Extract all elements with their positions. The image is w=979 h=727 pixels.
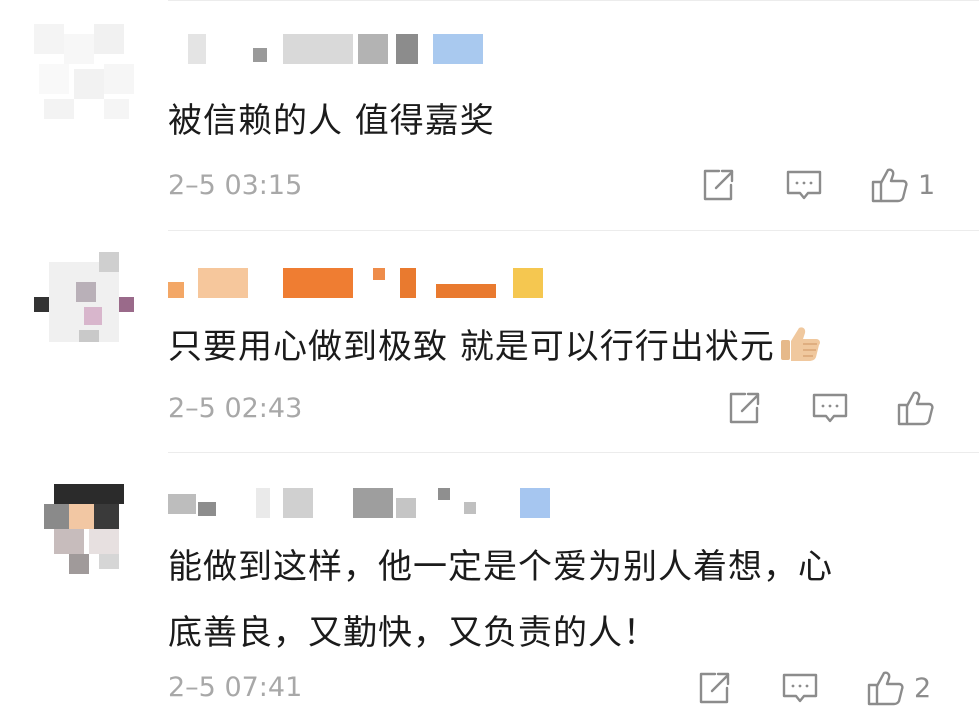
username-blurred[interactable] xyxy=(168,268,588,298)
avatar[interactable] xyxy=(34,24,134,124)
comment-icon[interactable] xyxy=(784,165,824,205)
comment-text-body: 只要用心做到极致 就是可以行行出状元 xyxy=(168,327,775,367)
comment-item-3: 能做到这样，他一定是个爱为别人着想，心 底善良，又勤快，又负责的人！ 2–5 0… xyxy=(0,452,979,727)
username-blurred[interactable] xyxy=(168,488,588,518)
comment-timestamp: 2–5 03:15 xyxy=(168,170,303,201)
comment-text-line: 能做到这样，他一定是个爱为别人着想，心 xyxy=(168,547,833,587)
comment-actions: 2 xyxy=(694,668,931,708)
comment-timestamp: 2–5 07:41 xyxy=(168,672,303,703)
share-icon[interactable] xyxy=(724,388,764,428)
comment-text: 能做到这样，他一定是个爱为别人着想，心 底善良，又勤快，又负责的人！ xyxy=(168,538,833,662)
comment-icon[interactable] xyxy=(810,388,850,428)
share-icon[interactable] xyxy=(694,668,734,708)
avatar[interactable] xyxy=(34,484,134,584)
avatar[interactable] xyxy=(34,252,134,352)
comment-text-line: 底善良，又勤快，又负责的人！ xyxy=(168,613,658,653)
thumbs-up-icon[interactable] xyxy=(870,165,910,205)
thumbs-up-icon[interactable] xyxy=(896,388,936,428)
comment-text: 被信赖的人 值得嘉奖 xyxy=(168,101,495,141)
like-count: 2 xyxy=(914,672,932,704)
comment-icon[interactable] xyxy=(780,668,820,708)
comment-actions: 1 xyxy=(698,165,935,205)
thumbs-up-icon[interactable] xyxy=(866,668,906,708)
comment-item-2: 只要用心做到极致 就是可以行行出状元 2–5 02:43 xyxy=(0,230,979,450)
share-icon[interactable] xyxy=(698,165,738,205)
thumbs-up-emoji xyxy=(779,324,823,382)
comment-item-1: 被信赖的人 值得嘉奖 2–5 03:15 1 xyxy=(0,0,979,230)
comment-text: 只要用心做到极致 就是可以行行出状元 xyxy=(168,318,823,382)
like-count: 1 xyxy=(918,169,936,201)
username-blurred[interactable] xyxy=(168,34,588,64)
comment-timestamp: 2–5 02:43 xyxy=(168,393,303,424)
comment-actions xyxy=(724,388,958,428)
